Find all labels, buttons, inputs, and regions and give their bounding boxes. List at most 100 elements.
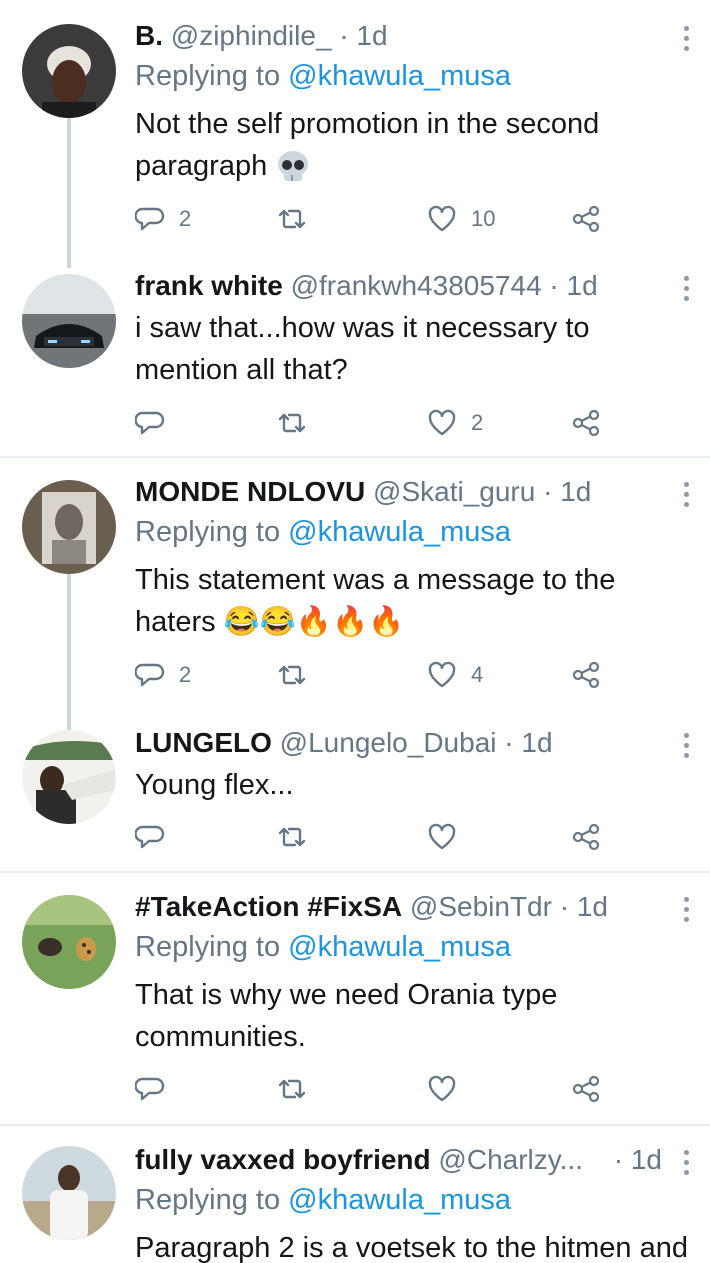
- action-bar: 2 4: [135, 658, 605, 692]
- retweet-button[interactable]: [277, 820, 321, 854]
- reply-button[interactable]: 2: [135, 658, 191, 692]
- share-button[interactable]: [571, 820, 601, 854]
- tweet-text: That is why we need Orania type communit…: [135, 974, 695, 1058]
- like-button[interactable]: [427, 820, 471, 854]
- retweet-button[interactable]: [277, 658, 321, 692]
- author-handle[interactable]: @frankwh43805744: [291, 270, 542, 301]
- reply-icon: [135, 825, 165, 849]
- share-icon: [572, 661, 600, 689]
- tweet-6[interactable]: fully vaxxed boyfriend @Charlzy... · 1d …: [0, 1128, 710, 1263]
- action-bar: 2 10: [135, 202, 605, 236]
- tweet-text-line: mention all that?: [135, 354, 348, 386]
- timestamp[interactable]: · 1d: [614, 1140, 662, 1180]
- like-count: 4: [471, 662, 484, 687]
- timestamp[interactable]: · 1d: [543, 476, 591, 507]
- more-vertical-icon[interactable]: [680, 1150, 692, 1180]
- heart-icon: [428, 1075, 456, 1102]
- tweet-text-line: haters: [135, 606, 216, 638]
- share-button[interactable]: [571, 658, 601, 692]
- author-handle[interactable]: @ziphindile_: [171, 20, 332, 51]
- author-name[interactable]: B.: [135, 20, 163, 51]
- heart-icon: [428, 205, 456, 232]
- tweet-3[interactable]: MONDE NDLOVU @Skati_guru · 1d Replying t…: [0, 460, 710, 730]
- thread-line: [67, 574, 71, 730]
- tweet-text-line: Young flex...: [135, 769, 294, 801]
- reply-icon: [135, 663, 165, 687]
- share-icon: [572, 205, 600, 233]
- retweet-button[interactable]: [277, 202, 321, 236]
- replying-to: Replying to @khawula_musa: [135, 931, 511, 964]
- divider: [0, 871, 710, 873]
- replying-to-link[interactable]: @khawula_musa: [288, 1184, 511, 1216]
- like-button[interactable]: 4: [427, 658, 483, 692]
- author-handle[interactable]: @Lungelo_Dubai: [280, 727, 497, 758]
- author-handle[interactable]: @Skati_guru: [373, 476, 535, 507]
- timestamp[interactable]: · 1d: [549, 270, 597, 301]
- more-vertical-icon[interactable]: [680, 26, 692, 56]
- avatar[interactable]: [22, 274, 116, 368]
- heart-icon: [428, 823, 456, 850]
- replying-label: Replying to: [135, 931, 281, 963]
- more-vertical-icon[interactable]: [680, 482, 692, 512]
- retweet-icon: [278, 665, 306, 685]
- retweet-button[interactable]: [277, 1072, 321, 1106]
- tweet-text-line: That is why we need Orania type: [135, 979, 558, 1011]
- more-vertical-icon[interactable]: [680, 276, 692, 306]
- author-name[interactable]: #TakeAction #FixSA: [135, 891, 402, 922]
- reply-icon: [135, 1077, 165, 1101]
- timestamp[interactable]: · 1d: [504, 727, 552, 758]
- tweet-2[interactable]: frank white @frankwh43805744 · 1d i saw …: [0, 250, 710, 455]
- share-icon: [572, 823, 600, 851]
- author-name[interactable]: LUNGELO: [135, 727, 272, 758]
- replying-to-link[interactable]: @khawula_musa: [288, 931, 511, 963]
- share-button[interactable]: [571, 406, 601, 440]
- avatar[interactable]: [22, 895, 116, 989]
- timestamp[interactable]: · 1d: [339, 20, 387, 51]
- action-bar: 2: [135, 406, 605, 440]
- retweet-button[interactable]: [277, 406, 321, 440]
- reply-button[interactable]: [135, 820, 179, 854]
- timestamp[interactable]: · 1d: [560, 891, 608, 922]
- share-icon: [572, 409, 600, 437]
- emoji-group: 😂😂🔥🔥🔥: [223, 606, 405, 638]
- like-button[interactable]: [427, 1072, 471, 1106]
- reply-button[interactable]: [135, 1072, 179, 1106]
- retweet-icon: [278, 1079, 306, 1099]
- tweet-text: i saw that...how was it necessary to men…: [135, 307, 695, 391]
- tweet-text-line: This statement was a message to the: [135, 564, 616, 596]
- author-handle[interactable]: @SebinTdr: [410, 891, 552, 922]
- avatar[interactable]: [22, 24, 116, 118]
- avatar[interactable]: [22, 730, 116, 824]
- more-vertical-icon[interactable]: [680, 733, 692, 763]
- more-vertical-icon[interactable]: [680, 897, 692, 927]
- replying-label: Replying to: [135, 60, 281, 92]
- tweet-text: Paragraph 2 is a voetsek to the hitmen a…: [135, 1227, 710, 1263]
- tweet-1[interactable]: B. @ziphindile_ · 1d Replying to @khawul…: [0, 0, 710, 268]
- tweet-text: Young flex...: [135, 764, 695, 806]
- tweet-text-line: communities.: [135, 1021, 306, 1053]
- like-button[interactable]: 2: [427, 406, 483, 440]
- reply-count: 2: [179, 206, 192, 231]
- reply-button[interactable]: [135, 406, 179, 440]
- replying-to: Replying to @khawula_musa: [135, 516, 511, 549]
- reply-button[interactable]: 2: [135, 202, 191, 236]
- replying-to-link[interactable]: @khawula_musa: [288, 60, 511, 92]
- author-name[interactable]: MONDE NDLOVU: [135, 476, 365, 507]
- share-button[interactable]: [571, 202, 601, 236]
- tweet-text-line: Paragraph 2 is a voetsek to the hitmen a…: [135, 1232, 688, 1263]
- tweet-text-line: paragraph: [135, 150, 268, 182]
- action-bar: [135, 820, 605, 854]
- reply-count: 2: [179, 662, 192, 687]
- author-name[interactable]: frank white: [135, 270, 283, 301]
- share-button[interactable]: [571, 1072, 601, 1106]
- author-handle[interactable]: @Charlzy...: [438, 1144, 583, 1175]
- replying-to-link[interactable]: @khawula_musa: [288, 516, 511, 548]
- reply-icon: [135, 207, 165, 231]
- like-button[interactable]: 10: [427, 202, 495, 236]
- replying-to: Replying to @khawula_musa: [135, 1184, 511, 1217]
- tweet-5[interactable]: #TakeAction #FixSA @SebinTdr · 1d Replyi…: [0, 875, 710, 1125]
- avatar[interactable]: [22, 1146, 116, 1240]
- avatar[interactable]: [22, 480, 116, 574]
- tweet-4[interactable]: LUNGELO @Lungelo_Dubai · 1d Young flex..…: [0, 720, 710, 870]
- author-name[interactable]: fully vaxxed boyfriend: [135, 1144, 431, 1175]
